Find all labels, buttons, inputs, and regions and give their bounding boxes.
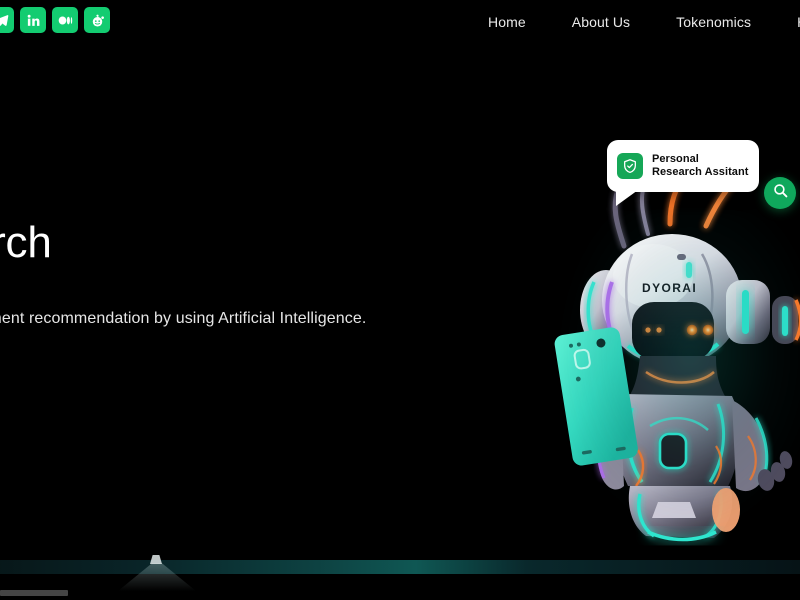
social-link-linkedin[interactable] bbox=[20, 7, 46, 33]
search-fab-button[interactable] bbox=[764, 177, 796, 209]
site-header: Home About Us Tokenomics Hire me bbox=[0, 0, 800, 48]
social-links bbox=[0, 7, 110, 33]
bottom-spark bbox=[150, 555, 162, 564]
assistant-tooltip-line1: Personal bbox=[652, 152, 699, 165]
assistant-tooltip: Personal Research Assitant bbox=[607, 140, 759, 206]
robot-glow bbox=[560, 210, 800, 530]
main-nav: Home About Us Tokenomics Hire me bbox=[470, 13, 800, 31]
next-section-peek bbox=[0, 590, 68, 596]
bottom-glow-band bbox=[0, 560, 800, 574]
search-icon bbox=[772, 182, 789, 204]
linkedin-icon bbox=[27, 14, 39, 26]
nav-item-hire-me[interactable]: Hire me bbox=[774, 13, 800, 31]
hero-subtitle: actors & investment recommendation by us… bbox=[0, 310, 367, 327]
reddit-icon bbox=[92, 14, 104, 26]
social-link-medium[interactable] bbox=[52, 7, 78, 33]
social-link-reddit[interactable] bbox=[84, 7, 110, 33]
telegram-icon bbox=[0, 14, 8, 26]
robot-illustration: DYORAI bbox=[520, 150, 800, 550]
hero-page: DYORAI bbox=[0, 0, 800, 600]
assistant-tooltip-text: Personal Research Assitant bbox=[652, 153, 748, 180]
nav-item-about-us[interactable]: About Us bbox=[549, 13, 653, 31]
hero-copy: research actors & investment recommendat… bbox=[0, 215, 502, 331]
nav-item-tokenomics[interactable]: Tokenomics bbox=[653, 13, 774, 31]
assistant-tooltip-line2: Research Assitant bbox=[652, 166, 749, 178]
medium-icon bbox=[58, 16, 72, 24]
social-link-telegram[interactable] bbox=[0, 7, 14, 33]
page-title: research bbox=[0, 218, 52, 267]
shield-check-icon bbox=[617, 153, 643, 179]
nav-item-home[interactable]: Home bbox=[470, 13, 549, 31]
